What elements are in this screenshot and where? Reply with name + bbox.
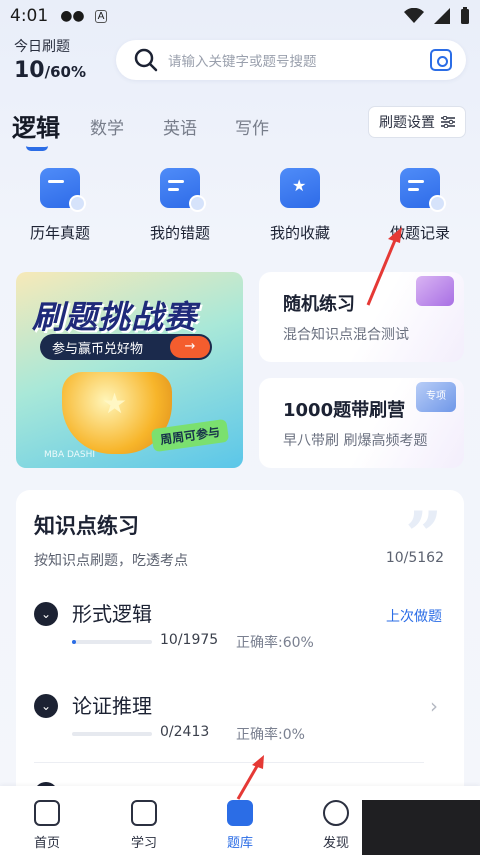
books-icon bbox=[416, 276, 454, 306]
chevron-down-icon[interactable]: ⌄ bbox=[34, 602, 58, 626]
card-subtitle: 混合知识点混合测试 bbox=[283, 327, 409, 343]
dark-overlay-corner bbox=[362, 800, 480, 855]
quick-actions: 历年真题 我的错题 ★ 我的收藏 做题记录 bbox=[0, 168, 480, 248]
question-bank-icon bbox=[227, 800, 253, 826]
camera-scan-icon[interactable] bbox=[430, 49, 452, 71]
tabbar-discover[interactable]: 发现 bbox=[301, 800, 371, 851]
quick-label: 做题记录 bbox=[389, 224, 450, 242]
status-bar: 4:01 ●● A bbox=[0, 0, 480, 32]
today-value: 10/60% bbox=[14, 58, 86, 83]
search-input[interactable]: 请输入关键字或题号搜题 bbox=[168, 50, 430, 70]
search-bar[interactable]: 请输入关键字或题号搜题 bbox=[116, 40, 466, 80]
topic-formal-logic[interactable]: ⌄ 形式逻辑 10/1975 正确率:60% 上次做题 bbox=[34, 602, 444, 662]
topic-name: 论证推理 bbox=[72, 694, 152, 718]
banner-brand: MBA DASHI bbox=[44, 450, 96, 460]
quick-label: 我的错题 bbox=[149, 224, 210, 242]
banner-pill[interactable]: 参与赢币兑好物 → bbox=[40, 334, 212, 360]
wrong-questions-icon bbox=[160, 168, 206, 212]
tab-active-indicator bbox=[26, 146, 48, 151]
tabbar-study[interactable]: 学习 bbox=[109, 800, 179, 851]
banner-pill-label: 参与赢币兑好物 bbox=[52, 341, 144, 357]
topic-progress-fill bbox=[72, 640, 76, 644]
card-subtitle: 早八带刷 刷爆高频考题 bbox=[283, 433, 428, 449]
tabbar-home[interactable]: 首页 bbox=[12, 800, 82, 851]
knowledge-panel: ” 知识点练习 按知识点刷题，吃透考点 10/5162 ⌄ 形式逻辑 10/19… bbox=[16, 490, 464, 810]
random-practice-card[interactable]: 随机练习 混合知识点混合测试 bbox=[259, 272, 464, 362]
knowledge-title: 知识点练习 bbox=[34, 514, 139, 538]
tabbar-question-bank[interactable]: 题库 bbox=[205, 800, 275, 851]
tabbar-label: 发现 bbox=[322, 836, 349, 851]
tabbar-label: 首页 bbox=[33, 836, 60, 851]
topic-count: 0/2413 bbox=[160, 724, 210, 740]
subject-tabs: 逻辑 数学 英语 写作 刷题设置 bbox=[0, 104, 480, 151]
special-badge: 专项 bbox=[416, 382, 456, 412]
wechat-icon: ●● bbox=[60, 8, 85, 24]
bootcamp-card[interactable]: 专项 1000题带刷营 早八带刷 刷爆高频考题 bbox=[259, 378, 464, 468]
sliders-icon bbox=[441, 116, 455, 128]
topic-count: 10/1975 bbox=[160, 632, 219, 648]
challenge-banner[interactable]: 刷题挑战赛 参与赢币兑好物 → ★ 周周可参与 MBA DASHI bbox=[16, 272, 243, 468]
topic-argument-reasoning[interactable]: ⌄ 论证推理 0/2413 正确率:0% › bbox=[34, 694, 444, 754]
topic-accuracy: 正确率:60% bbox=[236, 635, 314, 651]
compass-icon bbox=[323, 800, 349, 826]
quick-past-exams[interactable]: 历年真题 bbox=[10, 168, 110, 243]
quick-practice-records[interactable]: 做题记录 bbox=[370, 168, 470, 243]
quick-wrong-questions[interactable]: 我的错题 bbox=[130, 168, 230, 243]
today-label: 今日刷题 bbox=[14, 39, 70, 55]
today-count: 10 bbox=[14, 58, 45, 83]
topic-progress bbox=[72, 640, 152, 644]
chevron-right-icon[interactable]: › bbox=[430, 694, 438, 718]
topic-accuracy: 正确率:0% bbox=[236, 727, 305, 743]
quick-favorites[interactable]: ★ 我的收藏 bbox=[250, 168, 350, 243]
wifi-icon bbox=[404, 8, 424, 23]
quick-label: 我的收藏 bbox=[269, 224, 330, 242]
record-edit-icon bbox=[400, 168, 446, 212]
quick-label: 历年真题 bbox=[29, 224, 90, 242]
star-icon: ★ bbox=[102, 387, 128, 420]
tabbar-label: 题库 bbox=[226, 836, 253, 851]
settings-label: 刷题设置 bbox=[379, 115, 435, 131]
today-percent: /60% bbox=[44, 63, 87, 81]
battery-icon bbox=[461, 7, 469, 24]
tab-english[interactable]: 英语 bbox=[163, 114, 197, 139]
a-icon: A bbox=[94, 9, 108, 23]
book-icon bbox=[131, 800, 157, 826]
banner-title: 刷题挑战赛 bbox=[32, 298, 198, 336]
tab-writing[interactable]: 写作 bbox=[235, 114, 269, 139]
tabbar-label: 学习 bbox=[130, 836, 157, 851]
knowledge-count: 10/5162 bbox=[385, 550, 444, 566]
status-time: 4:01 bbox=[10, 6, 49, 26]
search-icon bbox=[134, 48, 158, 72]
today-stats: 今日刷题 10/60% bbox=[14, 36, 86, 83]
topic-progress bbox=[72, 732, 152, 736]
star-bookmark-icon: ★ bbox=[280, 168, 320, 208]
divider bbox=[34, 762, 424, 763]
last-practice-link[interactable]: 上次做题 bbox=[386, 606, 442, 626]
tab-logic[interactable]: 逻辑 bbox=[12, 108, 60, 143]
practice-settings-button[interactable]: 刷题设置 bbox=[368, 106, 466, 138]
header: 今日刷题 10/60% 请输入关键字或题号搜题 bbox=[0, 36, 480, 92]
signal-icon bbox=[434, 8, 450, 24]
chevron-down-icon[interactable]: ⌄ bbox=[34, 694, 58, 718]
arrow-right-icon: → bbox=[170, 336, 210, 358]
graduation-cap-icon bbox=[34, 800, 60, 826]
calendar-folder-icon bbox=[40, 168, 86, 212]
topic-name: 形式逻辑 bbox=[72, 602, 152, 626]
knowledge-subtitle: 按知识点刷题，吃透考点 bbox=[34, 553, 188, 569]
tab-math[interactable]: 数学 bbox=[90, 114, 124, 139]
